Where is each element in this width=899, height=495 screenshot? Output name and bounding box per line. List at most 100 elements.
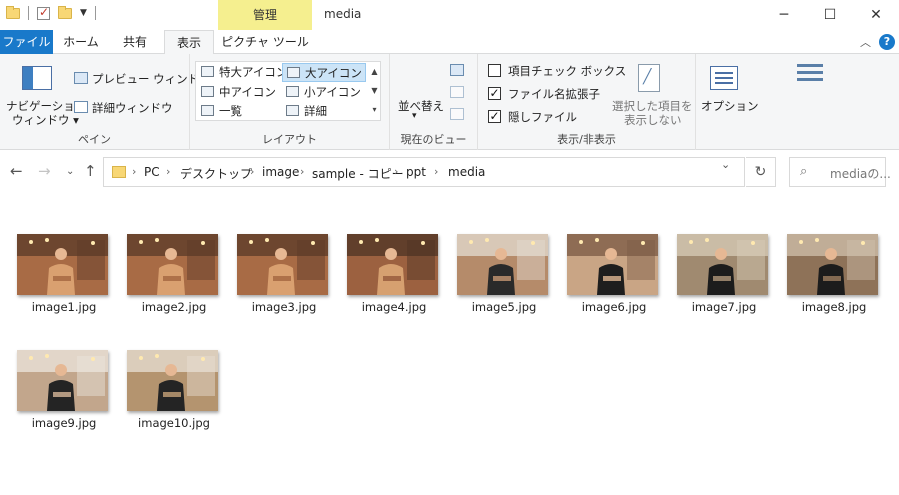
photo-preview — [457, 234, 548, 295]
ribbon-tabs: ファイル ホーム 共有 表示 ピクチャ ツール ︿ — [0, 30, 899, 136]
group-current-view: 並べ替え ▾ 現在のビュー — [390, 54, 823, 150]
close-icon: ✕ — [870, 7, 882, 23]
file-item[interactable]: image9.jpg — [10, 310, 110, 430]
file-extensions-label[interactable]: ファイル名拡張子 — [508, 86, 600, 102]
image-thumbnail — [237, 234, 328, 295]
new-folder-icon[interactable] — [58, 5, 72, 19]
help-icon[interactable]: ? — [879, 34, 895, 50]
chevron-right-icon[interactable]: › — [166, 165, 170, 178]
options-button[interactable]: オプション — [701, 98, 759, 114]
chevron-right-icon[interactable]: › — [434, 165, 438, 178]
image-thumbnail — [347, 234, 438, 295]
file-item[interactable]: image4.jpg — [340, 194, 440, 314]
file-item[interactable]: image7.jpg — [670, 194, 770, 314]
large-icons-icon — [201, 66, 214, 77]
file-name: image7.jpg — [691, 300, 757, 314]
breadcrumb-desktop[interactable]: デスクトップ — [180, 165, 252, 182]
layout-medium-icons[interactable]: 中アイコン — [197, 83, 281, 102]
customize-qat-icon[interactable]: ▼ — [80, 8, 87, 18]
options-icon[interactable] — [710, 66, 738, 90]
breadcrumb-media[interactable]: media — [448, 165, 485, 179]
tab-picture-tools[interactable]: ピクチャ ツール — [218, 30, 312, 54]
file-item[interactable]: image1.jpg — [10, 194, 110, 314]
small-icons-icon — [286, 86, 299, 97]
hide-selected-icon[interactable] — [638, 64, 660, 92]
quick-access-toolbar: ▼ — [6, 5, 96, 20]
navigation-pane-label-2[interactable]: ウィンドウ ▾ — [12, 112, 79, 128]
file-item[interactable]: image6.jpg — [560, 194, 660, 314]
address-dropdown-icon[interactable]: ⌄ — [721, 158, 730, 171]
size-columns-icon[interactable] — [450, 108, 464, 120]
photo-preview — [127, 234, 218, 295]
list-icon — [201, 105, 214, 116]
chevron-right-icon[interactable]: › — [132, 165, 136, 178]
back-arrow-icon[interactable]: ← — [10, 162, 23, 180]
up-arrow-icon[interactable]: ↑ — [84, 162, 97, 180]
file-name: image8.jpg — [801, 300, 867, 314]
close-button[interactable]: ✕ — [853, 0, 899, 30]
file-name: image9.jpg — [31, 416, 97, 430]
collapse-ribbon-icon[interactable]: ︿ — [860, 34, 871, 50]
file-name: image5.jpg — [471, 300, 537, 314]
folder-icon[interactable] — [6, 5, 20, 19]
sort-dropdown-icon[interactable]: ▾ — [412, 111, 417, 121]
file-item[interactable]: image10.jpg — [120, 310, 220, 430]
layout-small-icons[interactable]: 小アイコン — [282, 83, 366, 102]
layout-details[interactable]: 詳細 — [282, 102, 366, 121]
refresh-icon: ↻ — [754, 164, 767, 180]
maximize-icon: ☐ — [823, 7, 837, 23]
sort-icon[interactable] — [797, 64, 823, 90]
sort-button[interactable]: 並べ替え — [398, 98, 444, 114]
file-item[interactable]: image3.jpg — [230, 194, 330, 314]
hidden-files-label[interactable]: 隠しファイル — [508, 109, 577, 125]
file-item[interactable]: image8.jpg — [780, 194, 880, 314]
search-box[interactable]: ⌕ mediaの... — [789, 157, 891, 187]
maximize-button[interactable]: ☐ — [807, 0, 853, 30]
tab-home[interactable]: ホーム — [56, 30, 106, 54]
breadcrumb-image[interactable]: image — [262, 165, 299, 179]
breadcrumb-ppt[interactable]: ppt — [406, 165, 426, 179]
layout-list[interactable]: 一覧 — [197, 102, 281, 121]
file-item[interactable]: image2.jpg — [120, 194, 220, 314]
context-tab-manage[interactable]: 管理 — [218, 0, 312, 30]
chevron-right-icon[interactable]: › — [394, 165, 398, 178]
layout-extra-large-icons[interactable]: 特大アイコン — [197, 63, 287, 82]
item-checkbox-toggle[interactable] — [488, 64, 501, 77]
layout-large-icons[interactable]: 大アイコン — [282, 63, 366, 82]
details-pane-button[interactable]: 詳細ウィンドウ — [92, 100, 173, 116]
image-thumbnail — [567, 234, 658, 295]
photo-preview — [127, 350, 218, 411]
address-bar[interactable]: › PC › デスクトップ › image › sample - コピー › p… — [103, 157, 745, 187]
properties-icon[interactable] — [37, 5, 50, 20]
qat-separator — [28, 6, 29, 20]
group-label-show-hide: 表示/非表示 — [557, 133, 616, 146]
file-extensions-toggle[interactable]: ✓ — [488, 87, 501, 100]
hide-selected-label-2[interactable]: 表示しない — [624, 112, 682, 128]
group-pane: ナビゲーション ウィンドウ ▾ プレビュー ウィンドウ 詳細ウィンドウ ペイン — [0, 54, 211, 150]
item-checkbox-label[interactable]: 項目チェック ボックス — [508, 63, 626, 79]
add-columns-icon[interactable] — [450, 86, 464, 98]
chevron-down-icon[interactable]: ▼ — [369, 81, 380, 100]
breadcrumb-pc[interactable]: PC — [144, 165, 160, 179]
photo-preview — [17, 350, 108, 411]
navigation-pane-icon[interactable] — [22, 66, 52, 90]
tab-share[interactable]: 共有 — [110, 30, 160, 54]
minimize-button[interactable]: ─ — [761, 0, 807, 30]
hidden-files-toggle[interactable]: ✓ — [488, 110, 501, 123]
recent-locations-icon[interactable]: ⌄ — [66, 166, 74, 177]
breadcrumb-sample-copy[interactable]: sample - コピー — [312, 165, 404, 182]
photo-preview — [17, 234, 108, 295]
chevron-right-icon[interactable]: › — [300, 165, 304, 178]
file-item[interactable]: image5.jpg — [450, 194, 550, 314]
tab-view[interactable]: 表示 — [164, 30, 214, 55]
chevron-up-icon[interactable]: ▲ — [369, 62, 380, 81]
refresh-button[interactable]: ↻ — [746, 157, 776, 187]
layout-gallery: 特大アイコン 大アイコン 中アイコン 小アイコン 一覧 詳細 — [195, 61, 381, 121]
file-name: image4.jpg — [361, 300, 427, 314]
group-by-icon[interactable] — [450, 64, 464, 76]
more-icon[interactable]: ▾ — [369, 100, 380, 119]
chevron-right-icon[interactable]: › — [250, 165, 254, 178]
forward-arrow-icon[interactable]: → — [38, 162, 51, 180]
layout-gallery-scroll[interactable]: ▲ ▼ ▾ — [369, 62, 380, 119]
file-name: image10.jpg — [138, 416, 210, 430]
